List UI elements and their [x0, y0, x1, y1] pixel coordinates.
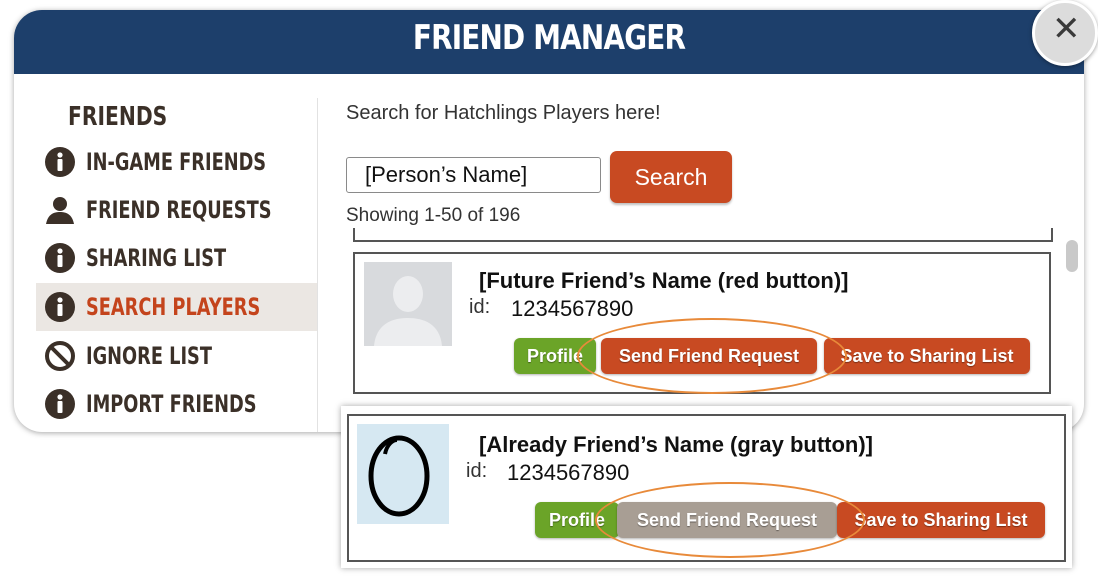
search-input[interactable]	[346, 157, 601, 193]
scrollbar[interactable]	[1066, 240, 1078, 272]
save-to-sharing-list-button[interactable]: Save to Sharing List	[837, 502, 1045, 538]
sidebar-item-import-friends[interactable]: IMPORT FRIENDS	[36, 380, 317, 428]
info-icon	[45, 243, 75, 273]
list-item: [Already Friend’s Name (gray button)] id…	[347, 414, 1066, 562]
close-button[interactable]: ✕	[1032, 0, 1098, 66]
save-to-sharing-list-button[interactable]: Save to Sharing List	[824, 338, 1030, 374]
friend-name: [Already Friend’s Name (gray button)]	[479, 432, 874, 457]
id-label: id:	[466, 460, 488, 482]
profile-button[interactable]: Profile	[535, 502, 619, 538]
close-icon: ✕	[1052, 9, 1081, 49]
info-icon	[45, 389, 75, 419]
results-count: Showing 1-50 of 196	[346, 205, 521, 226]
friend-manager-dialog: FRIEND MANAGER FRIENDS IN-GAME FRIENDS F…	[14, 10, 1084, 432]
zoomed-result-card: [Already Friend’s Name (gray button)] id…	[341, 406, 1072, 568]
sidebar-item-in-game-friends[interactable]: IN-GAME FRIENDS	[36, 138, 317, 186]
sidebar-item-label: IMPORT FRIENDS	[86, 390, 257, 418]
egg-avatar	[357, 424, 449, 524]
player-id: 1234567890	[507, 460, 630, 485]
search-button[interactable]: Search	[610, 151, 732, 203]
send-friend-request-button[interactable]: Send Friend Request	[601, 338, 817, 374]
player-id: 1234567890	[511, 296, 634, 321]
profile-button[interactable]: Profile	[514, 338, 596, 374]
no-entry-icon	[45, 341, 75, 371]
results-list: [Future Friend’s Name (red button)] id: …	[346, 228, 1064, 432]
list-item	[353, 228, 1053, 242]
title-bar: FRIEND MANAGER	[14, 10, 1084, 74]
sidebar-heading: FRIENDS	[68, 102, 168, 132]
info-icon	[45, 292, 75, 322]
silhouette-avatar	[364, 262, 452, 346]
id-label: id:	[469, 296, 491, 318]
person-icon	[46, 197, 74, 224]
friend-name: [Future Friend’s Name (red button)]	[479, 268, 849, 293]
sidebar-divider	[317, 98, 318, 432]
list-item: [Future Friend’s Name (red button)] id: …	[353, 252, 1051, 394]
search-hint: Search for Hatchlings Players here!	[346, 102, 661, 124]
send-friend-request-button[interactable]: Send Friend Request	[617, 502, 837, 538]
sidebar-item-label: SEARCH PLAYERS	[86, 293, 261, 321]
dialog-title: FRIEND MANAGER	[412, 18, 686, 58]
sidebar-item-ignore-list[interactable]: IGNORE LIST	[36, 332, 317, 380]
sidebar-item-label: IGNORE LIST	[86, 342, 212, 370]
sidebar-item-label: FRIEND REQUESTS	[86, 196, 272, 224]
info-icon	[45, 147, 75, 177]
sidebar-item-sharing-list[interactable]: SHARING LIST	[36, 234, 317, 282]
sidebar-item-friend-requests[interactable]: FRIEND REQUESTS	[36, 186, 317, 234]
sidebar-item-label: SHARING LIST	[86, 244, 227, 272]
sidebar-item-search-players[interactable]: SEARCH PLAYERS	[36, 283, 317, 331]
sidebar-item-label: IN-GAME FRIENDS	[86, 148, 267, 176]
